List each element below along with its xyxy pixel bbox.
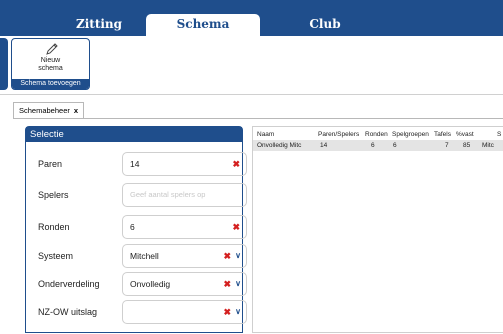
spelers-input[interactable]: Geef aantal spelers op: [122, 183, 247, 207]
clear-icon[interactable]: ✖: [223, 245, 231, 267]
column-header-tafels[interactable]: Tafels: [434, 129, 451, 140]
ronden-input[interactable]: 6 ✖: [122, 215, 247, 239]
cell-tafels: 7: [445, 142, 449, 149]
onderverdeling-label: Onderverdeling: [38, 279, 100, 289]
new-schema-label: Nieuw schema: [38, 57, 63, 72]
clear-icon[interactable]: ✖: [232, 153, 240, 175]
tab-schema[interactable]: Schema: [146, 14, 260, 36]
column-header-naam[interactable]: Naam: [257, 129, 274, 140]
pencil-icon: [46, 43, 58, 55]
nzow-select[interactable]: ✖ ∨: [122, 300, 247, 324]
clear-icon[interactable]: ✖: [223, 301, 231, 323]
onderverdeling-row: Onderverdeling Onvolledig ✖ ∨: [38, 272, 247, 296]
ronden-row: Ronden 6 ✖: [38, 215, 247, 239]
paren-row: Paren 14 ✖: [38, 152, 247, 176]
tab-zitting[interactable]: Zitting: [44, 14, 154, 36]
column-header-paren-spelers[interactable]: Paren/Spelers: [318, 129, 359, 140]
systeem-select[interactable]: Mitchell ✖ ∨: [122, 244, 247, 268]
spelers-row: Spelers Geef aantal spelers op: [38, 183, 247, 207]
chevron-down-icon[interactable]: ∨: [235, 301, 241, 323]
new-schema-button[interactable]: Nieuw schema Schema toevoegen: [11, 38, 90, 90]
clear-icon[interactable]: ✖: [223, 273, 231, 295]
clear-icon[interactable]: ✖: [232, 216, 240, 238]
selectie-panel: Selectie Paren 14 ✖ Spelers Geef aantal …: [25, 126, 247, 333]
top-nav-bar: Zitting Schema Club: [0, 0, 503, 36]
ribbon: Nieuw schema Schema toevoegen: [0, 36, 503, 95]
paren-input[interactable]: 14 ✖: [122, 152, 247, 176]
chevron-down-icon[interactable]: ∨: [235, 245, 241, 267]
spelers-label: Spelers: [38, 190, 69, 200]
column-header-spelgroepen[interactable]: Spelgroepen: [392, 129, 429, 140]
chevron-down-icon[interactable]: ∨: [235, 273, 241, 295]
systeem-label: Systeem: [38, 251, 74, 261]
ribbon-group-label: Schema toevoegen: [12, 79, 89, 89]
schema-table: Naam Paren/Spelers Ronden Spelgroepen Ta…: [252, 126, 503, 333]
tab-schemabeheer[interactable]: Schemabeheer x: [13, 102, 85, 119]
cell-systeem: Mitc: [482, 142, 494, 149]
onderverdeling-value: Onvolledig: [130, 279, 171, 289]
column-header-s[interactable]: S: [497, 129, 501, 140]
cell-vast: 85: [463, 142, 471, 149]
onderverdeling-select[interactable]: Onvolledig ✖ ∨: [122, 272, 247, 296]
selectie-title: Selectie: [26, 127, 242, 142]
close-icon[interactable]: x: [74, 106, 78, 115]
column-header-ronden[interactable]: Ronden: [365, 129, 388, 140]
ronden-value: 6: [130, 222, 135, 232]
spelers-placeholder: Geef aantal spelers op: [130, 190, 206, 199]
nzow-row: NZ-OW uitslag ✖ ∨: [38, 300, 247, 324]
cell-ronden: 6: [371, 142, 375, 149]
tab-schemabeheer-label: Schemabeheer: [19, 106, 70, 115]
cell-paren-spelers: 14: [320, 142, 328, 149]
tab-club[interactable]: Club: [270, 14, 380, 36]
systeem-row: Systeem Mitchell ✖ ∨: [38, 244, 247, 268]
ribbon-side-marker: [0, 38, 8, 90]
paren-label: Paren: [38, 159, 63, 169]
column-header-vast[interactable]: %vast: [456, 129, 474, 140]
cell-spelgroepen: 6: [393, 142, 397, 149]
table-row[interactable]: Onvolledig Mitc 14 6 6 7 85 Mitc: [253, 140, 503, 151]
cell-naam: Onvolledig Mitc: [257, 142, 302, 149]
systeem-value: Mitchell: [130, 251, 159, 261]
nzow-label: NZ-OW uitslag: [38, 307, 98, 317]
ronden-label: Ronden: [38, 222, 70, 232]
paren-value: 14: [130, 159, 140, 169]
